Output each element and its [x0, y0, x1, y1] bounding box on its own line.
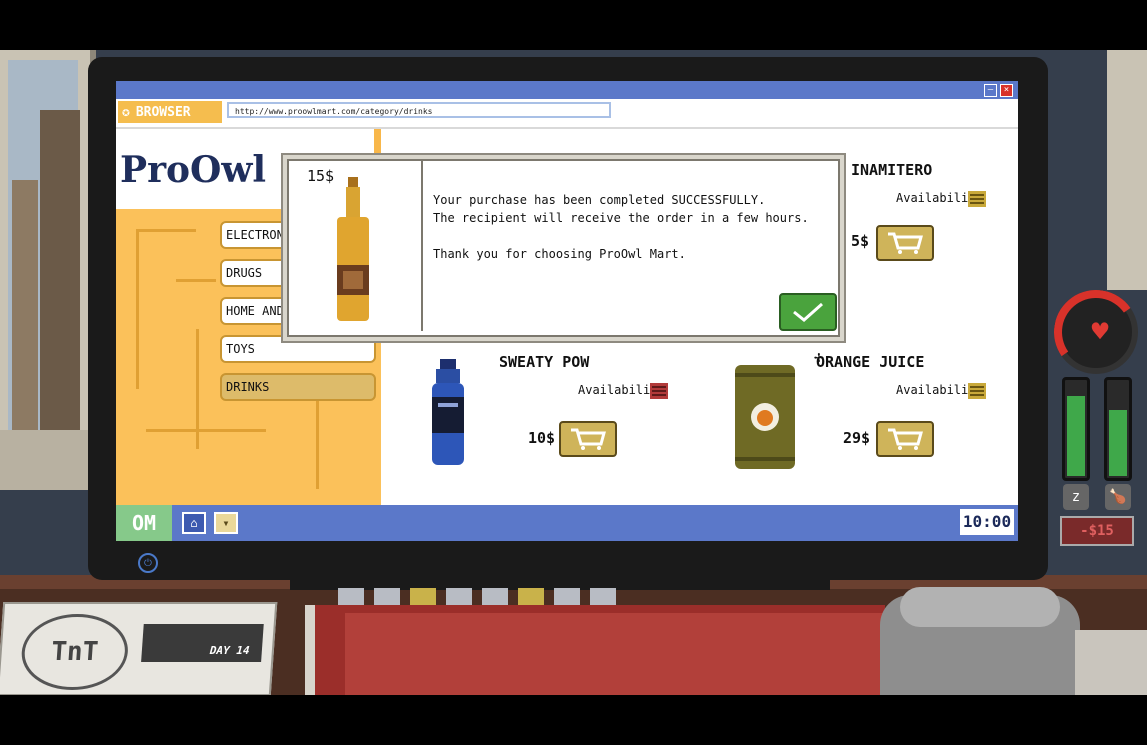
computer-monitor: ⏻ – × ✪ BROWSER http://www.proowlmart.co…: [88, 57, 1048, 580]
close-button[interactable]: ×: [1000, 84, 1013, 97]
food-meter-fill: [1109, 410, 1127, 476]
building-water-tower: [40, 110, 80, 430]
newspaper-day: DAY 14: [209, 644, 251, 657]
screen: – × ✪ BROWSER http://www.proowlmart.com/…: [116, 81, 1018, 541]
availability-high-icon: [968, 383, 986, 399]
health-ring: ♥: [1047, 283, 1145, 381]
confirm-ok-button[interactable]: [779, 293, 837, 331]
red-notebook[interactable]: [305, 605, 885, 695]
map-decoration: [136, 229, 139, 389]
add-to-cart-button[interactable]: [876, 225, 934, 261]
product-name-orange-juice: ORANGE JUICE: [816, 353, 925, 371]
phone-keypad: [1075, 630, 1147, 695]
purchase-success-dialog: 15$ Your purchase has been completed SUC…: [281, 153, 846, 343]
add-to-cart-button[interactable]: [559, 421, 617, 457]
sleep-meter: [1062, 377, 1090, 481]
mouse-cursor-icon: ✢: [814, 347, 824, 366]
liquor-bottle-image: [337, 177, 369, 321]
minimize-button[interactable]: –: [984, 84, 997, 97]
dialog-line-1: Your purchase has been completed SUCCESS…: [433, 193, 766, 207]
dialog-message: Your purchase has been completed SUCCESS…: [433, 191, 809, 263]
zzz-icon: z: [1063, 484, 1089, 510]
cart-icon: [888, 428, 923, 450]
window-sill: [0, 430, 90, 490]
newspaper[interactable]: TnT DAY 14: [0, 602, 278, 695]
product-price: 29$: [843, 429, 871, 447]
cart-icon: [888, 232, 923, 254]
availability-low-icon: [650, 383, 668, 399]
shop-cart-app-icon[interactable]: ▾: [214, 512, 238, 534]
building-left: [12, 180, 38, 430]
power-button-icon[interactable]: ⏻: [138, 553, 158, 573]
heart-icon: ♥: [1091, 315, 1109, 348]
home-app-icon[interactable]: ⌂: [182, 512, 206, 534]
map-decoration: [316, 389, 319, 489]
food-meter: [1104, 377, 1132, 481]
dialog-product-thumb: 15$: [289, 161, 423, 331]
map-decoration: [136, 229, 196, 232]
room-wall-right: [1107, 50, 1147, 290]
product-name-dinamitero: INAMITERO: [851, 161, 933, 179]
drumstick-icon: 🍗: [1105, 484, 1131, 510]
check-icon: [793, 302, 823, 322]
phone-receiver[interactable]: [900, 587, 1060, 627]
dialog-body: 15$ Your purchase has been completed SUC…: [287, 159, 840, 337]
room-window: [0, 50, 96, 490]
sweaty-pow-bottle-image: [432, 359, 464, 465]
dialog-line-2: The recipient will receive the order in …: [433, 211, 809, 225]
newspaper-logo: TnT: [19, 614, 131, 690]
desk-phone[interactable]: [880, 587, 1080, 695]
taskbar-clock: 10:00: [960, 509, 1014, 535]
os-taskbar: OM ⌂ ▾ 10:00: [116, 505, 1018, 541]
money-balance: -$15: [1060, 516, 1134, 546]
browser-toolbar: ✪ BROWSER http://www.proowlmart.com/cate…: [116, 99, 1018, 129]
product-name-sweaty-pow: SWEATY POW: [499, 353, 590, 371]
browser-owl-icon: ✪: [122, 104, 130, 120]
add-to-cart-button[interactable]: [876, 421, 934, 457]
store-logo[interactable]: ProOwl: [120, 149, 266, 191]
browser-label: ✪ BROWSER: [118, 101, 222, 123]
map-decoration: [176, 279, 216, 282]
url-field[interactable]: http://www.proowlmart.com/category/drink…: [227, 102, 611, 118]
start-button[interactable]: OM: [116, 505, 172, 541]
window-titlebar: – ×: [116, 81, 1018, 99]
dialog-line-3: Thank you for choosing ProOwl Mart.: [433, 247, 686, 261]
sleep-meter-fill: [1067, 396, 1085, 476]
availability-high-icon: [968, 191, 986, 207]
game-scene: ⏻ – × ✪ BROWSER http://www.proowlmart.co…: [0, 50, 1147, 695]
orange-juice-barrel-image: [735, 365, 795, 469]
map-decoration: [146, 429, 266, 432]
notebook-cover: [345, 613, 885, 695]
cart-icon: [571, 428, 606, 450]
category-drinks[interactable]: DRINKS: [220, 373, 376, 401]
dialog-product-price: 15$: [307, 167, 335, 185]
product-price: 5$: [851, 232, 870, 250]
product-price: 10$: [528, 429, 556, 447]
